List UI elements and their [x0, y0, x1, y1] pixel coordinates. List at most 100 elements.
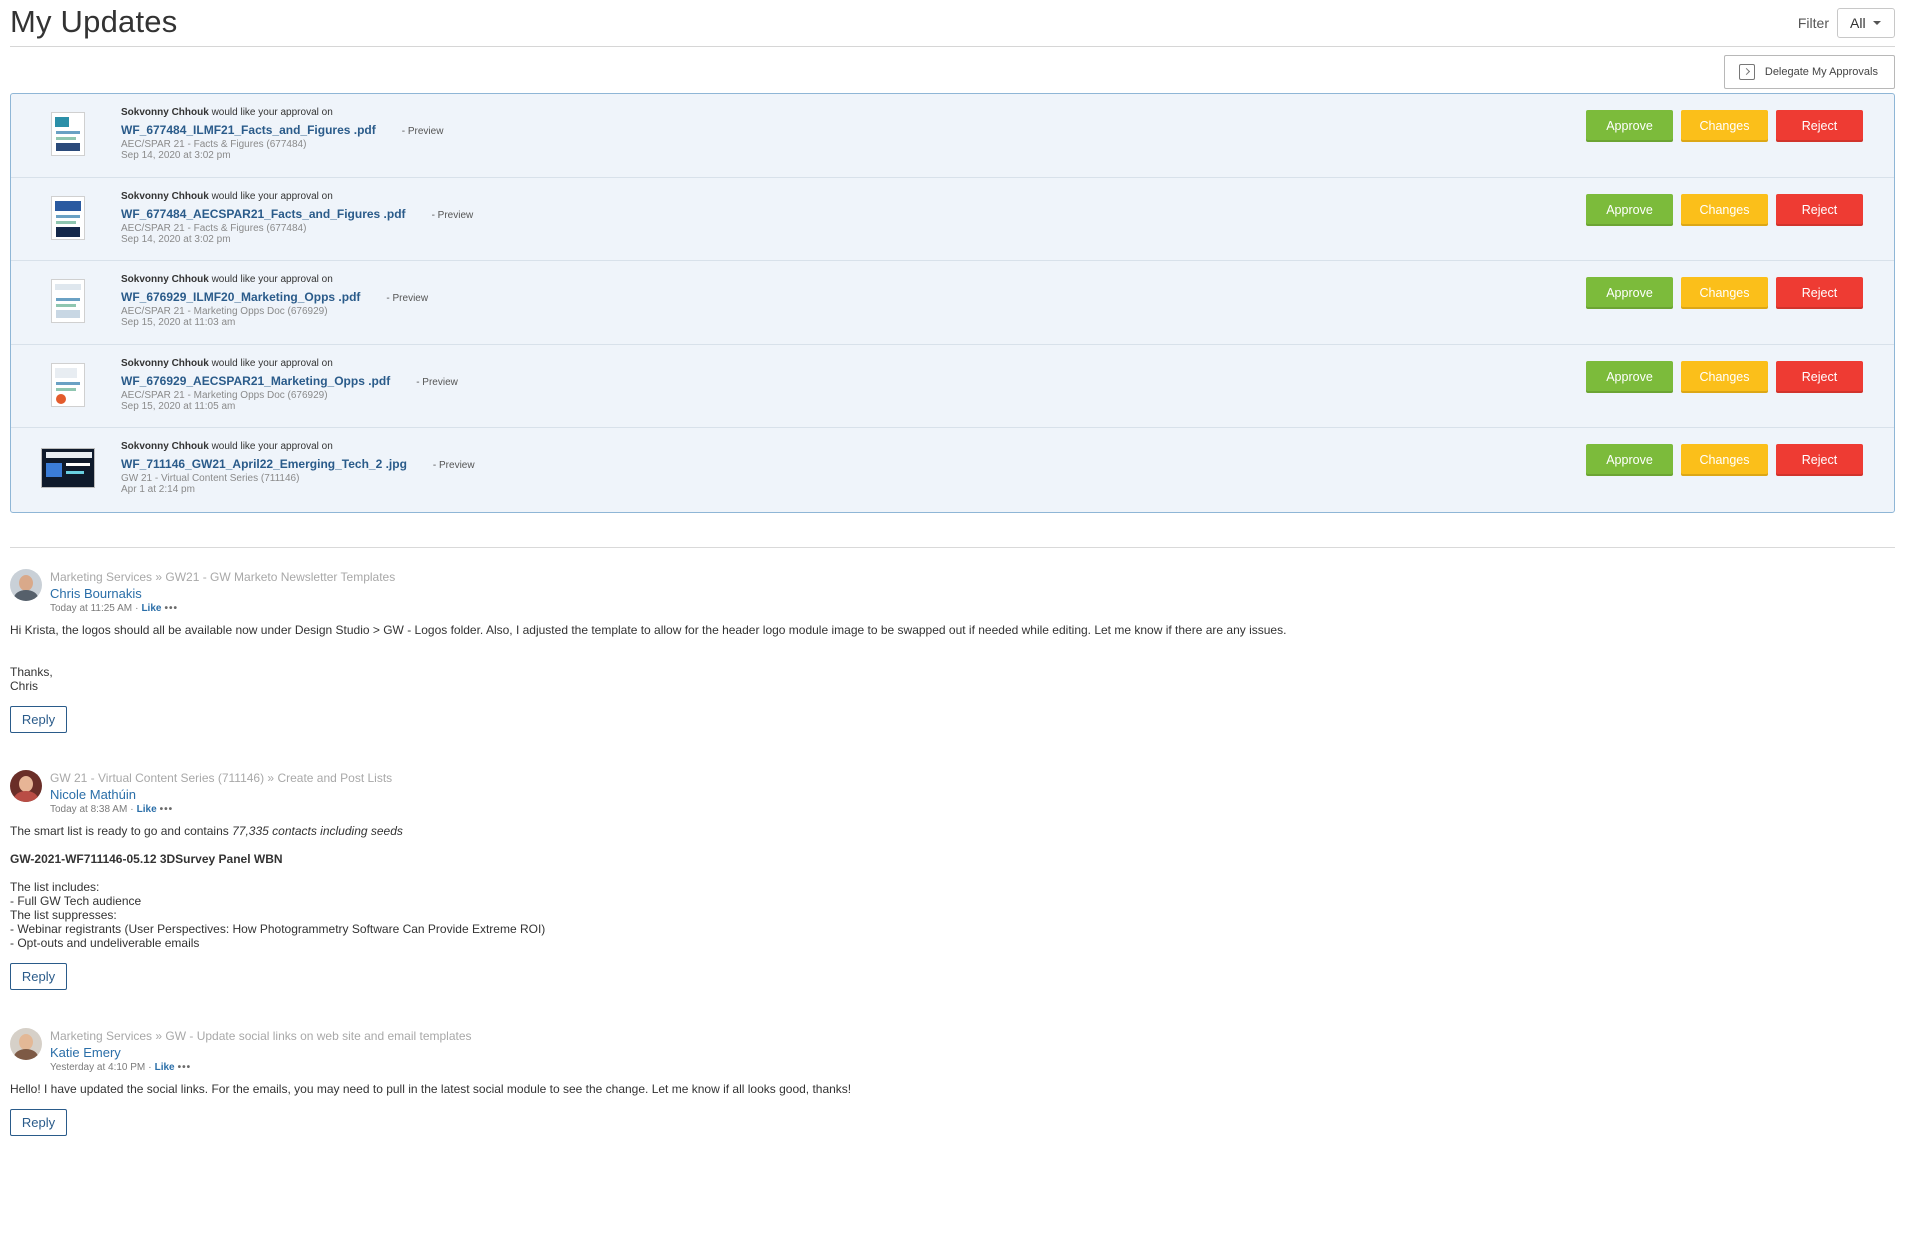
approve-button[interactable]: Approve	[1586, 193, 1673, 226]
author-link[interactable]: Nicole Mathúin	[50, 786, 392, 803]
like-button[interactable]: Like	[141, 602, 161, 616]
approval-info: Sokvonny Chhouk would like your approval…	[121, 273, 428, 328]
approval-item: Sokvonny Chhouk would like your approval…	[11, 261, 1894, 345]
post-breadcrumb[interactable]: Marketing Services » GW21 - GW Marketo N…	[50, 569, 395, 585]
section-divider	[10, 546, 1895, 548]
delegate-approvals-button[interactable]: Delegate My Approvals	[1723, 55, 1895, 89]
preview-link[interactable]: - Preview	[416, 376, 458, 390]
post-text: - Full GW Tech audience	[10, 893, 142, 908]
requester-name: Sokvonny Chhouk	[121, 107, 209, 118]
preview-link[interactable]: - Preview	[402, 125, 444, 139]
document-thumbnail-icon	[51, 362, 85, 407]
author-link[interactable]: Chris Bournakis	[50, 585, 395, 602]
request-text: would like your approval on	[211, 441, 333, 453]
file-link[interactable]: WF_677484_ILMF21_Facts_and_Figures .pdf	[121, 123, 376, 137]
approval-request-line: Sokvonny Chhouk would like your approval…	[121, 273, 428, 287]
preview-link[interactable]: - Preview	[432, 209, 474, 223]
more-options-icon[interactable]: •••	[178, 1061, 192, 1075]
post-text: - Opt-outs and undeliverable emails	[10, 935, 200, 950]
approval-request-line: Sokvonny Chhouk would like your approval…	[121, 357, 458, 371]
more-options-icon[interactable]: •••	[160, 803, 174, 817]
preview-link[interactable]: - Preview	[386, 292, 428, 306]
feed-post: Marketing Services » GW - Update social …	[10, 1027, 1895, 1136]
post-breadcrumb[interactable]: Marketing Services » GW - Update social …	[50, 1028, 472, 1044]
post-text: - Webinar registrants (User Perspectives…	[10, 921, 546, 936]
reply-button[interactable]: Reply	[10, 705, 67, 733]
meta-separator: ·	[148, 1061, 152, 1073]
more-options-icon[interactable]: •••	[164, 602, 178, 616]
like-button[interactable]: Like	[155, 1061, 175, 1075]
project-name: AEC/SPAR 21 - Facts & Figures (677484)	[121, 222, 307, 234]
reject-button[interactable]: Reject	[1776, 110, 1863, 142]
approve-button[interactable]: Approve	[1586, 110, 1673, 142]
file-link[interactable]: WF_677484_AECSPAR21_Facts_and_Figures .p…	[121, 207, 406, 221]
post-text: The list suppresses:	[10, 907, 117, 922]
requester-name: Sokvonny Chhouk	[121, 441, 209, 453]
file-link[interactable]: WF_676929_ILMF20_Marketing_Opps .pdf	[121, 290, 360, 304]
file-link[interactable]: WF_676929_AECSPAR21_Marketing_Opps .pdf	[121, 374, 390, 388]
approve-button[interactable]: Approve	[1586, 277, 1673, 310]
project-name: AEC/SPAR 21 - Facts & Figures (677484)	[121, 139, 307, 150]
filter-dropdown[interactable]: All	[1837, 8, 1895, 38]
avatar[interactable]	[10, 568, 42, 601]
changes-button[interactable]: Changes	[1681, 277, 1768, 310]
file-thumbnail[interactable]	[41, 360, 95, 410]
approval-actions: Approve Changes Reject	[1586, 110, 1863, 142]
reply-button[interactable]: Reply	[10, 962, 67, 990]
approval-request-line: Sokvonny Chhouk would like your approval…	[121, 440, 475, 454]
approval-info: Sokvonny Chhouk would like your approval…	[121, 357, 458, 412]
approve-button[interactable]: Approve	[1586, 360, 1673, 393]
request-date: Sep 15, 2020 at 11:03 am	[121, 317, 236, 329]
page: My Updates Filter All Delegate My Approv…	[0, 0, 1905, 1252]
post-text: Hi Krista, the logos should all be avail…	[10, 622, 1287, 637]
post-text: Thanks,	[10, 664, 53, 679]
approval-item: Sokvonny Chhouk would like your approval…	[11, 94, 1894, 178]
post-text: The smart list is ready to go and contai…	[10, 824, 1895, 838]
reject-button[interactable]: Reject	[1776, 277, 1863, 310]
post-breadcrumb[interactable]: GW 21 - Virtual Content Series (711146) …	[50, 770, 392, 786]
file-thumbnail[interactable]	[41, 443, 95, 493]
changes-button[interactable]: Changes	[1681, 110, 1768, 142]
request-text: would like your approval on	[211, 357, 333, 369]
project-name: AEC/SPAR 21 - Marketing Opps Doc (676929…	[121, 306, 328, 318]
reject-button[interactable]: Reject	[1776, 360, 1863, 393]
requester-name: Sokvonny Chhouk	[121, 274, 209, 286]
approvals-list: Sokvonny Chhouk would like your approval…	[10, 93, 1895, 513]
avatar[interactable]	[10, 1027, 42, 1060]
post-body: Hello! I have updated the social links. …	[10, 1082, 1895, 1096]
request-date: Sep 15, 2020 at 11:05 am	[121, 400, 236, 412]
document-thumbnail-icon	[51, 195, 85, 240]
file-thumbnail[interactable]	[41, 193, 95, 243]
avatar[interactable]	[10, 769, 42, 802]
caret-down-icon	[1872, 21, 1881, 25]
approval-item: Sokvonny Chhouk would like your approval…	[11, 428, 1894, 512]
request-text: would like your approval on	[211, 107, 333, 118]
project-name: GW 21 - Virtual Content Series (711146)	[121, 473, 300, 485]
changes-button[interactable]: Changes	[1681, 444, 1768, 477]
approval-request-line: Sokvonny Chhouk would like your approval…	[121, 190, 473, 204]
post-text: The list includes:	[10, 879, 100, 894]
post-text: Hello! I have updated the social links. …	[10, 1081, 852, 1096]
file-thumbnail[interactable]	[41, 276, 95, 326]
image-thumbnail-icon	[41, 448, 95, 489]
file-link[interactable]: WF_711146_GW21_April22_Emerging_Tech_2 .…	[121, 457, 407, 471]
reject-button[interactable]: Reject	[1776, 193, 1863, 226]
approve-button[interactable]: Approve	[1586, 444, 1673, 477]
like-button[interactable]: Like	[137, 803, 157, 817]
reject-button[interactable]: Reject	[1776, 444, 1863, 477]
post-time: Today at 11:25 AM	[50, 602, 133, 614]
post-text-prefix: The smart list is ready to go and contai…	[10, 823, 233, 838]
changes-button[interactable]: Changes	[1681, 360, 1768, 393]
reply-button[interactable]: Reply	[10, 1108, 67, 1136]
post-meta: Today at 8:38 AM · Like •••	[50, 803, 392, 817]
post-body: The smart list is ready to go and contai…	[10, 824, 1895, 950]
author-link[interactable]: Katie Emery	[50, 1044, 472, 1061]
approval-item: Sokvonny Chhouk would like your approval…	[11, 345, 1894, 429]
changes-button[interactable]: Changes	[1681, 193, 1768, 226]
request-text: would like your approval on	[211, 274, 333, 286]
approval-request-line: Sokvonny Chhouk would like your approval…	[121, 106, 443, 120]
contact-count: 77,335 contacts including seeds	[232, 823, 403, 838]
file-thumbnail[interactable]	[41, 109, 95, 159]
approval-actions: Approve Changes Reject	[1586, 444, 1863, 477]
preview-link[interactable]: - Preview	[433, 459, 475, 473]
